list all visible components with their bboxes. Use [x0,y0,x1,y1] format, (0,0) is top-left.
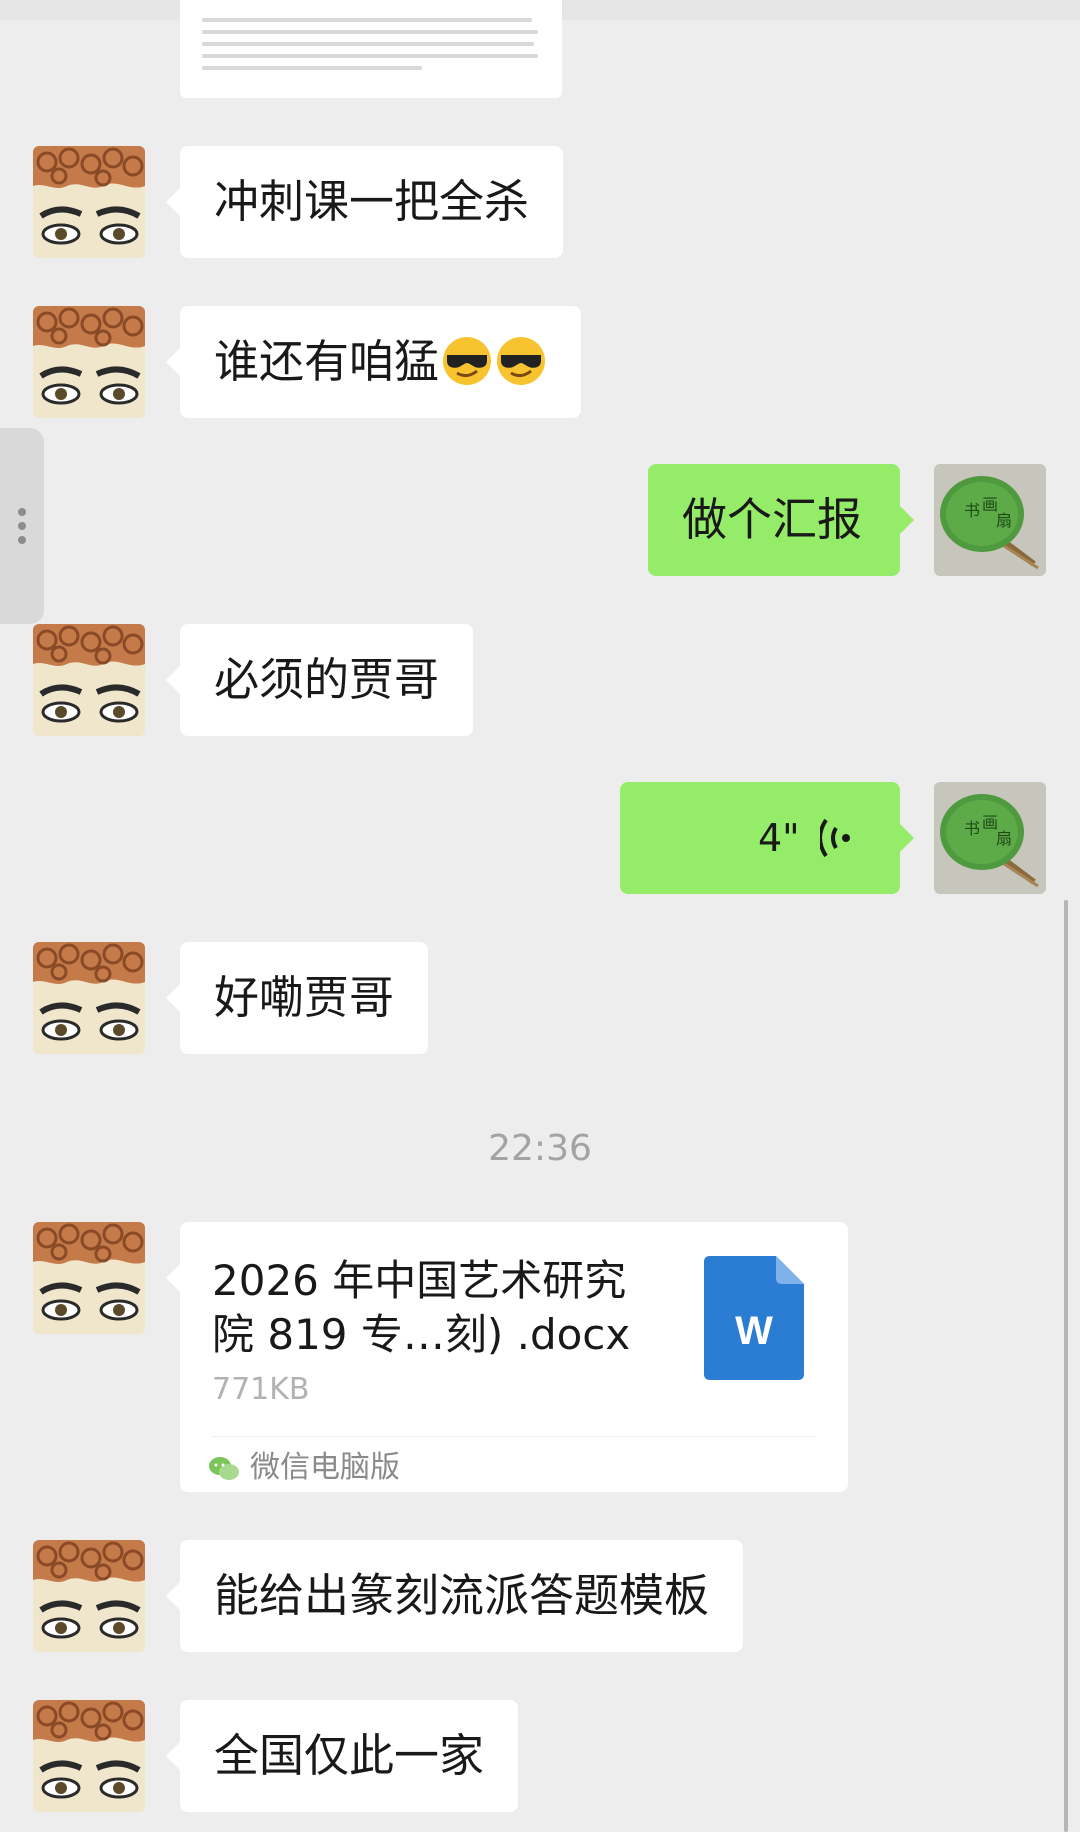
outgoing-message-bubble[interactable]: 做个汇报 [648,464,914,576]
incoming-message-bubble[interactable]: 冲刺课一把全杀 [165,146,564,258]
my-avatar[interactable] [934,782,1046,894]
voice-message-bubble[interactable]: 4" [620,782,914,894]
incoming-message-bubble[interactable]: 好嘞贾哥 [165,942,429,1054]
incoming-message-bubble[interactable]: 谁还有咱猛 [165,306,582,418]
file-size: 771KB [212,1372,310,1407]
voice-duration: 4" [758,816,800,860]
message-text: 全国仅此一家 [214,1729,485,1782]
my-avatar[interactable] [934,464,1046,576]
message-text: 必须的贾哥 [214,653,440,706]
message-timestamp: 22:36 [488,1128,592,1169]
contact-avatar[interactable] [33,1700,145,1812]
message-text: 冲刺课一把全杀 [214,175,530,228]
smiling-face-with-sunglasses-icon [495,335,547,387]
file-source-label: 微信电脑版 [250,1450,400,1485]
voice-wave-icon [820,818,850,858]
contact-avatar[interactable] [33,1540,145,1652]
side-drawer-handle[interactable] [0,428,44,624]
incoming-message-bubble[interactable]: 能给出篆刻流派答题模板 [165,1540,744,1652]
card-divider [212,1436,816,1437]
svg-text:W: W [735,1309,773,1353]
contact-avatar[interactable] [33,942,145,1054]
incoming-message-bubble[interactable]: 必须的贾哥 [165,624,474,736]
message-text: 做个汇报 [682,493,863,546]
file-name: 2026 年中国艺术研究院 819 专…刻) .docx [212,1256,631,1359]
wechat-logo-icon [209,1456,239,1480]
scrollbar[interactable] [1064,900,1068,1832]
contact-avatar[interactable] [33,146,145,258]
document-preview-image[interactable] [180,0,562,98]
contact-avatar[interactable] [33,306,145,418]
contact-avatar[interactable] [33,1222,145,1334]
contact-avatar[interactable] [33,624,145,736]
smiling-face-with-sunglasses-icon [441,335,493,387]
file-source: 微信电脑版 [208,1448,400,1488]
word-doc-icon: W [704,1256,804,1380]
file-message-card[interactable]: 2026 年中国艺术研究院 819 专…刻) .docx 771KB W 微信电… [166,1222,848,1492]
message-text: 能给出篆刻流派答题模板 [214,1569,710,1622]
message-text: 好嘞贾哥 [214,971,395,1024]
message-text: 谁还有咱猛 [214,335,440,388]
incoming-message-bubble[interactable]: 全国仅此一家 [165,1700,519,1812]
